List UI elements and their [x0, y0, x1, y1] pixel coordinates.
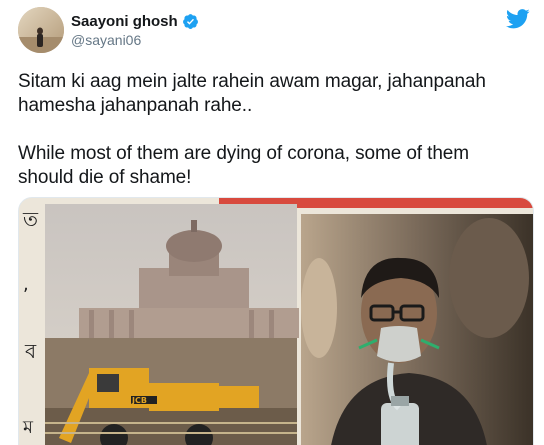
- svg-text:ত: ত: [22, 207, 39, 231]
- twitter-bird-icon[interactable]: [505, 9, 530, 29]
- tweet-text: Sitam ki aag mein jalte rahein awam maga…: [18, 70, 528, 190]
- tweet-paragraph-2: While most of them are dying of corona, …: [18, 143, 470, 188]
- tweet-media-photo[interactable]: ত , ব ম JCB: [18, 197, 534, 445]
- svg-text:ব: ব: [24, 339, 37, 363]
- name-row: Saayoni ghosh: [71, 12, 199, 30]
- tweet-paragraph-1: Sitam ki aag mein jalte rahein awam maga…: [18, 71, 486, 116]
- right-photo: [301, 214, 533, 445]
- display-name[interactable]: Saayoni ghosh: [71, 13, 178, 30]
- author-handle[interactable]: @sayani06: [71, 32, 199, 48]
- author-avatar[interactable]: [18, 7, 64, 53]
- newspaper-photo-icon: ত , ব ম JCB: [19, 198, 533, 445]
- left-photo: JCB: [45, 204, 299, 445]
- avatar-photo-icon: [18, 7, 64, 53]
- verified-badge-icon: [182, 13, 199, 30]
- svg-text:JCB: JCB: [131, 396, 147, 405]
- svg-text:,: ,: [23, 274, 29, 295]
- author-names: Saayoni ghosh @sayani06: [71, 12, 199, 48]
- tweet-card[interactable]: Saayoni ghosh @sayani06 Sitam ki aag mei…: [0, 0, 544, 445]
- tweet-header: Saayoni ghosh @sayani06: [18, 7, 530, 55]
- svg-text:ম: ম: [22, 417, 34, 438]
